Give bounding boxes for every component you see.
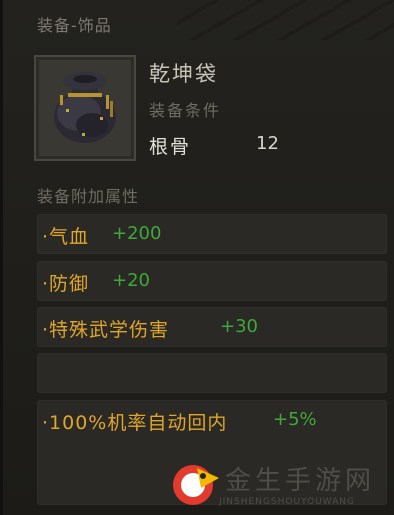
item-icon-frame[interactable] — [34, 55, 136, 161]
attributes-title: 装备附加属性 — [37, 187, 140, 206]
brush-stroke-decoration — [177, 0, 394, 40]
attribute-label: ·100%机率自动回内 — [42, 412, 228, 434]
attribute-value: +200 — [112, 223, 162, 244]
attribute-label: ·特殊武学伤害 — [42, 319, 170, 341]
requirement-stat-name: 根骨 — [149, 136, 192, 158]
attribute-label: ·气血 — [42, 226, 90, 248]
item-tooltip-panel: 装备-饰品 乾坤袋 装备条件 根骨 12 装备附加属性 ·气血 +200 ·防御… — [0, 0, 394, 515]
attribute-value: +5% — [273, 409, 317, 430]
attribute-value: +30 — [220, 316, 258, 337]
attribute-row-empty — [37, 353, 387, 393]
attribute-row: ·防御 +20 — [37, 261, 387, 301]
item-name: 乾坤袋 — [149, 62, 218, 86]
attribute-label: ·防御 — [42, 273, 90, 295]
watermark-subtext: JINSHENGSHOUYOUWANG — [219, 497, 356, 507]
attribute-row: ·气血 +200 — [37, 214, 387, 254]
attribute-row: ·特殊武学伤害 +30 — [37, 307, 387, 347]
attribute-value: +20 — [112, 270, 150, 291]
requirement-label: 装备条件 — [149, 101, 222, 120]
section-title: 装备-饰品 — [37, 16, 112, 35]
watermark-logo-icon — [173, 465, 219, 505]
pouch-icon — [54, 72, 116, 143]
requirement-stat-value: 12 — [256, 133, 279, 154]
watermark-text: 金生手游网 — [225, 466, 376, 496]
